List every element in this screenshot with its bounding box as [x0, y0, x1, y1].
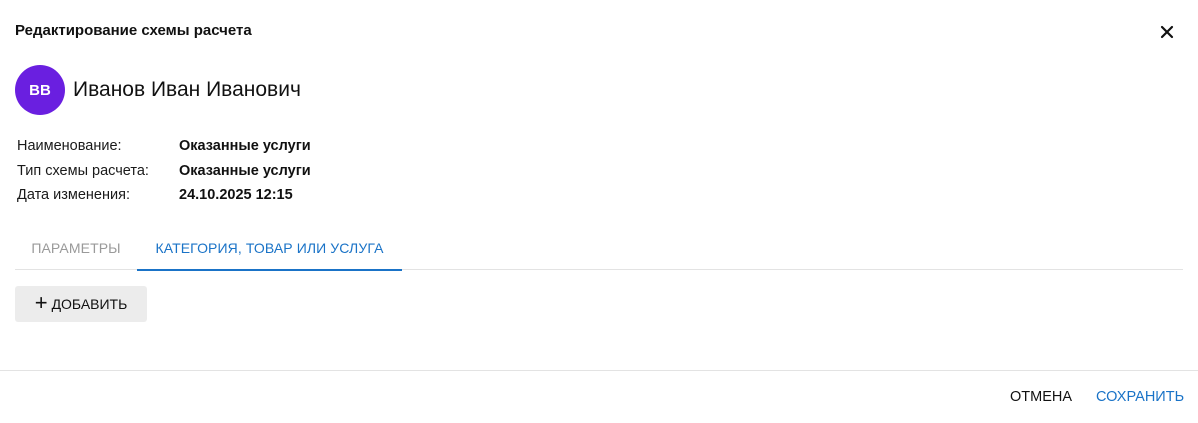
info-row-name: Наименование: Оказанные услуги: [17, 134, 311, 159]
info-value: Оказанные услуги: [179, 162, 311, 179]
save-button[interactable]: СОХРАНИТЬ: [1086, 384, 1194, 410]
scheme-info: Наименование: Оказанные услуги Тип схемы…: [17, 134, 311, 208]
footer-divider: [0, 370, 1198, 371]
tab-bar: ПАРАМЕТРЫ КАТЕГОРИЯ, ТОВАР ИЛИ УСЛУГА: [15, 226, 1183, 271]
info-label: Дата изменения:: [17, 187, 130, 204]
info-value: Оказанные услуги: [179, 138, 311, 155]
user-header: ВВ Иванов Иван Иванович: [15, 65, 301, 115]
add-button-label: ДОБАВИТЬ: [51, 296, 128, 312]
dialog-title: Редактирование схемы расчета: [15, 22, 252, 39]
info-label: Наименование:: [17, 138, 122, 155]
info-label: Тип схемы расчета:: [17, 162, 149, 179]
edit-calculation-scheme-dialog: Редактирование схемы расчета ВВ Иванов И…: [0, 0, 1198, 423]
tab-parameters[interactable]: ПАРАМЕТРЫ: [15, 226, 137, 270]
close-icon: [1160, 25, 1174, 39]
user-name: Иванов Иван Иванович: [73, 78, 301, 101]
avatar: ВВ: [15, 65, 65, 115]
info-row-modified-date: Дата изменения: 24.10.2025 12:15: [17, 183, 311, 208]
info-value: 24.10.2025 12:15: [179, 187, 293, 204]
add-button[interactable]: + ДОБАВИТЬ: [15, 286, 147, 322]
plus-icon: +: [34, 290, 48, 315]
close-button[interactable]: [1156, 21, 1178, 43]
tab-category-product-service[interactable]: КАТЕГОРИЯ, ТОВАР ИЛИ УСЛУГА: [137, 226, 402, 271]
info-row-scheme-type: Тип схемы расчета: Оказанные услуги: [17, 159, 311, 184]
cancel-button[interactable]: ОТМЕНА: [1000, 384, 1082, 410]
